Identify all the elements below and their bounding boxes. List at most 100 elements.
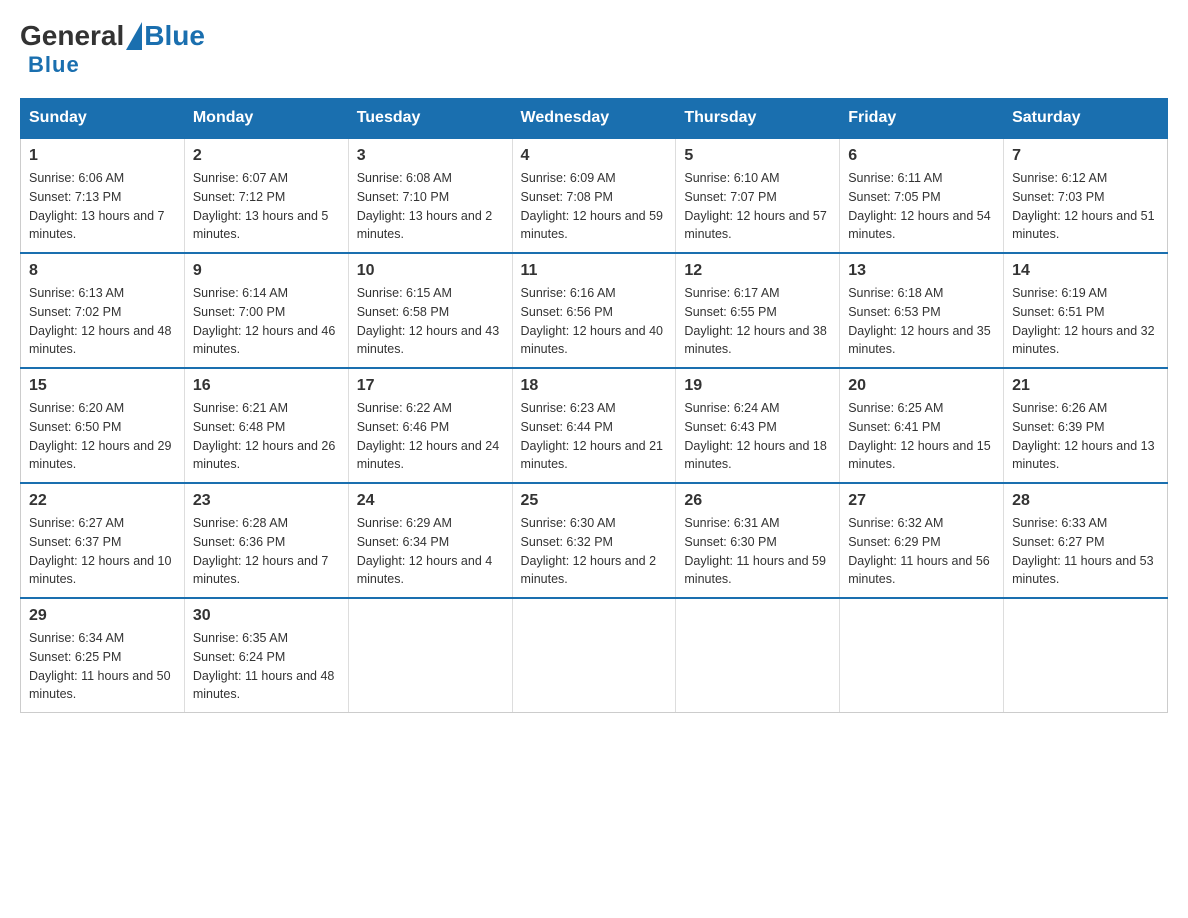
calendar-day-cell: 10 Sunrise: 6:15 AM Sunset: 6:58 PM Dayl… <box>348 253 512 368</box>
calendar-week-row: 8 Sunrise: 6:13 AM Sunset: 7:02 PM Dayli… <box>21 253 1168 368</box>
calendar-table: SundayMondayTuesdayWednesdayThursdayFrid… <box>20 98 1168 713</box>
day-info: Sunrise: 6:16 AM Sunset: 6:56 PM Dayligh… <box>521 284 668 359</box>
calendar-body: 1 Sunrise: 6:06 AM Sunset: 7:13 PM Dayli… <box>21 138 1168 713</box>
day-info: Sunrise: 6:12 AM Sunset: 7:03 PM Dayligh… <box>1012 169 1159 244</box>
day-info: Sunrise: 6:11 AM Sunset: 7:05 PM Dayligh… <box>848 169 995 244</box>
calendar-day-cell: 4 Sunrise: 6:09 AM Sunset: 7:08 PM Dayli… <box>512 138 676 253</box>
day-number: 19 <box>684 377 831 395</box>
calendar-day-cell <box>840 598 1004 713</box>
day-number: 29 <box>29 607 176 625</box>
day-number: 27 <box>848 492 995 510</box>
calendar-day-cell: 13 Sunrise: 6:18 AM Sunset: 6:53 PM Dayl… <box>840 253 1004 368</box>
day-header-monday: Monday <box>184 99 348 139</box>
calendar-day-cell: 1 Sunrise: 6:06 AM Sunset: 7:13 PM Dayli… <box>21 138 185 253</box>
day-number: 17 <box>357 377 504 395</box>
calendar-day-cell: 17 Sunrise: 6:22 AM Sunset: 6:46 PM Dayl… <box>348 368 512 483</box>
day-info: Sunrise: 6:33 AM Sunset: 6:27 PM Dayligh… <box>1012 514 1159 589</box>
calendar-day-cell: 12 Sunrise: 6:17 AM Sunset: 6:55 PM Dayl… <box>676 253 840 368</box>
day-number: 5 <box>684 147 831 165</box>
day-number: 12 <box>684 262 831 280</box>
day-number: 3 <box>357 147 504 165</box>
logo: General Blue Blue <box>20 20 205 78</box>
day-number: 8 <box>29 262 176 280</box>
day-info: Sunrise: 6:27 AM Sunset: 6:37 PM Dayligh… <box>29 514 176 589</box>
day-number: 22 <box>29 492 176 510</box>
calendar-day-cell: 30 Sunrise: 6:35 AM Sunset: 6:24 PM Dayl… <box>184 598 348 713</box>
day-info: Sunrise: 6:21 AM Sunset: 6:48 PM Dayligh… <box>193 399 340 474</box>
calendar-day-cell: 28 Sunrise: 6:33 AM Sunset: 6:27 PM Dayl… <box>1004 483 1168 598</box>
day-number: 13 <box>848 262 995 280</box>
day-number: 21 <box>1012 377 1159 395</box>
calendar-day-cell: 21 Sunrise: 6:26 AM Sunset: 6:39 PM Dayl… <box>1004 368 1168 483</box>
calendar-week-row: 1 Sunrise: 6:06 AM Sunset: 7:13 PM Dayli… <box>21 138 1168 253</box>
day-info: Sunrise: 6:15 AM Sunset: 6:58 PM Dayligh… <box>357 284 504 359</box>
calendar-day-cell: 20 Sunrise: 6:25 AM Sunset: 6:41 PM Dayl… <box>840 368 1004 483</box>
calendar-day-cell: 29 Sunrise: 6:34 AM Sunset: 6:25 PM Dayl… <box>21 598 185 713</box>
calendar-day-cell: 19 Sunrise: 6:24 AM Sunset: 6:43 PM Dayl… <box>676 368 840 483</box>
page-header: General Blue Blue <box>20 20 1168 78</box>
day-info: Sunrise: 6:08 AM Sunset: 7:10 PM Dayligh… <box>357 169 504 244</box>
day-header-thursday: Thursday <box>676 99 840 139</box>
day-info: Sunrise: 6:06 AM Sunset: 7:13 PM Dayligh… <box>29 169 176 244</box>
calendar-day-cell: 3 Sunrise: 6:08 AM Sunset: 7:10 PM Dayli… <box>348 138 512 253</box>
logo-triangle-icon <box>126 22 142 50</box>
calendar-day-cell: 26 Sunrise: 6:31 AM Sunset: 6:30 PM Dayl… <box>676 483 840 598</box>
day-header-saturday: Saturday <box>1004 99 1168 139</box>
day-header-wednesday: Wednesday <box>512 99 676 139</box>
day-number: 24 <box>357 492 504 510</box>
day-number: 16 <box>193 377 340 395</box>
day-info: Sunrise: 6:24 AM Sunset: 6:43 PM Dayligh… <box>684 399 831 474</box>
day-number: 14 <box>1012 262 1159 280</box>
day-info: Sunrise: 6:20 AM Sunset: 6:50 PM Dayligh… <box>29 399 176 474</box>
day-number: 7 <box>1012 147 1159 165</box>
calendar-day-cell: 25 Sunrise: 6:30 AM Sunset: 6:32 PM Dayl… <box>512 483 676 598</box>
calendar-day-cell: 24 Sunrise: 6:29 AM Sunset: 6:34 PM Dayl… <box>348 483 512 598</box>
calendar-header-row: SundayMondayTuesdayWednesdayThursdayFrid… <box>21 99 1168 139</box>
day-info: Sunrise: 6:26 AM Sunset: 6:39 PM Dayligh… <box>1012 399 1159 474</box>
calendar-day-cell: 2 Sunrise: 6:07 AM Sunset: 7:12 PM Dayli… <box>184 138 348 253</box>
calendar-day-cell: 8 Sunrise: 6:13 AM Sunset: 7:02 PM Dayli… <box>21 253 185 368</box>
day-header-sunday: Sunday <box>21 99 185 139</box>
day-number: 4 <box>521 147 668 165</box>
day-number: 25 <box>521 492 668 510</box>
calendar-day-cell: 5 Sunrise: 6:10 AM Sunset: 7:07 PM Dayli… <box>676 138 840 253</box>
day-info: Sunrise: 6:22 AM Sunset: 6:46 PM Dayligh… <box>357 399 504 474</box>
calendar-week-row: 15 Sunrise: 6:20 AM Sunset: 6:50 PM Dayl… <box>21 368 1168 483</box>
day-info: Sunrise: 6:34 AM Sunset: 6:25 PM Dayligh… <box>29 629 176 704</box>
calendar-day-cell: 16 Sunrise: 6:21 AM Sunset: 6:48 PM Dayl… <box>184 368 348 483</box>
day-info: Sunrise: 6:29 AM Sunset: 6:34 PM Dayligh… <box>357 514 504 589</box>
calendar-day-cell: 22 Sunrise: 6:27 AM Sunset: 6:37 PM Dayl… <box>21 483 185 598</box>
calendar-day-cell: 11 Sunrise: 6:16 AM Sunset: 6:56 PM Dayl… <box>512 253 676 368</box>
calendar-day-cell <box>348 598 512 713</box>
day-info: Sunrise: 6:35 AM Sunset: 6:24 PM Dayligh… <box>193 629 340 704</box>
day-number: 10 <box>357 262 504 280</box>
calendar-day-cell: 9 Sunrise: 6:14 AM Sunset: 7:00 PM Dayli… <box>184 253 348 368</box>
calendar-day-cell: 23 Sunrise: 6:28 AM Sunset: 6:36 PM Dayl… <box>184 483 348 598</box>
calendar-day-cell: 18 Sunrise: 6:23 AM Sunset: 6:44 PM Dayl… <box>512 368 676 483</box>
day-number: 20 <box>848 377 995 395</box>
day-info: Sunrise: 6:14 AM Sunset: 7:00 PM Dayligh… <box>193 284 340 359</box>
logo-general-text: General <box>20 20 124 52</box>
day-info: Sunrise: 6:31 AM Sunset: 6:30 PM Dayligh… <box>684 514 831 589</box>
calendar-day-cell: 7 Sunrise: 6:12 AM Sunset: 7:03 PM Dayli… <box>1004 138 1168 253</box>
day-info: Sunrise: 6:25 AM Sunset: 6:41 PM Dayligh… <box>848 399 995 474</box>
day-info: Sunrise: 6:07 AM Sunset: 7:12 PM Dayligh… <box>193 169 340 244</box>
day-info: Sunrise: 6:30 AM Sunset: 6:32 PM Dayligh… <box>521 514 668 589</box>
day-header-friday: Friday <box>840 99 1004 139</box>
logo-underline-text: Blue <box>28 52 80 77</box>
day-header-tuesday: Tuesday <box>348 99 512 139</box>
calendar-week-row: 22 Sunrise: 6:27 AM Sunset: 6:37 PM Dayl… <box>21 483 1168 598</box>
calendar-day-cell <box>1004 598 1168 713</box>
day-number: 26 <box>684 492 831 510</box>
calendar-day-cell: 27 Sunrise: 6:32 AM Sunset: 6:29 PM Dayl… <box>840 483 1004 598</box>
day-number: 18 <box>521 377 668 395</box>
day-info: Sunrise: 6:17 AM Sunset: 6:55 PM Dayligh… <box>684 284 831 359</box>
day-info: Sunrise: 6:23 AM Sunset: 6:44 PM Dayligh… <box>521 399 668 474</box>
day-info: Sunrise: 6:09 AM Sunset: 7:08 PM Dayligh… <box>521 169 668 244</box>
day-number: 11 <box>521 262 668 280</box>
day-number: 6 <box>848 147 995 165</box>
calendar-day-cell: 14 Sunrise: 6:19 AM Sunset: 6:51 PM Dayl… <box>1004 253 1168 368</box>
day-info: Sunrise: 6:32 AM Sunset: 6:29 PM Dayligh… <box>848 514 995 589</box>
calendar-day-cell: 15 Sunrise: 6:20 AM Sunset: 6:50 PM Dayl… <box>21 368 185 483</box>
day-number: 1 <box>29 147 176 165</box>
